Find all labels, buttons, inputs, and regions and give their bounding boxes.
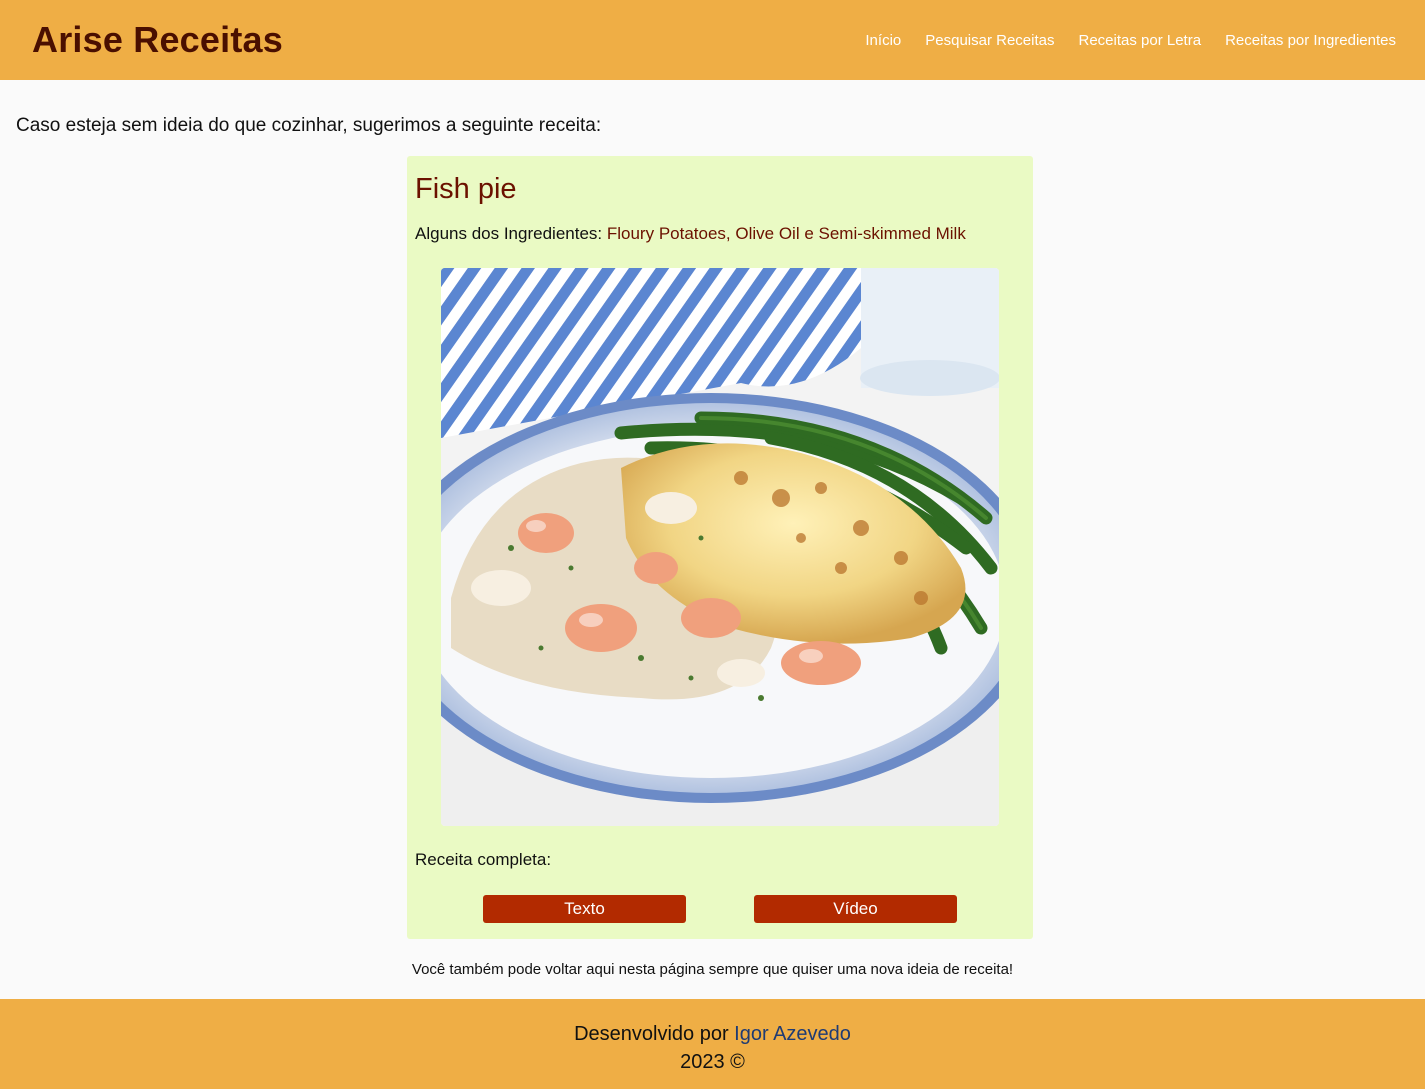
recipe-photo bbox=[441, 268, 999, 826]
full-recipe-label: Receita completa: bbox=[415, 850, 552, 869]
main-nav: Início Pesquisar Receitas Receitas por L… bbox=[865, 32, 1396, 49]
site-header: Arise Receitas Início Pesquisar Receitas… bbox=[0, 0, 1425, 80]
video-recipe-button[interactable]: Vídeo bbox=[754, 895, 957, 923]
text-recipe-button[interactable]: Texto bbox=[483, 895, 686, 923]
recipe-card: Fish pie Alguns dos Ingredientes: Floury… bbox=[407, 156, 1033, 939]
ingredients-list: Floury Potatoes, Olive Oil e Semi-skimme… bbox=[606, 224, 966, 243]
return-hint: Você também pode voltar aqui nesta págin… bbox=[411, 961, 1014, 978]
ingredients-label: Alguns dos Ingredientes: bbox=[415, 224, 603, 243]
intro-text: Caso esteja sem ideia do que cozinhar, s… bbox=[16, 115, 602, 136]
nav-pesquisar-receitas[interactable]: Pesquisar Receitas bbox=[925, 32, 1054, 49]
footer-developed-by: Desenvolvido por bbox=[574, 1023, 729, 1045]
recipe-title: Fish pie bbox=[415, 173, 517, 205]
nav-receitas-por-ingredientes[interactable]: Receitas por Ingredientes bbox=[1225, 32, 1396, 49]
nav-inicio[interactable]: Início bbox=[865, 32, 901, 49]
footer-credit: Desenvolvido por Igor Azevedo bbox=[0, 1020, 1425, 1048]
site-footer: Desenvolvido por Igor Azevedo 2023 © bbox=[0, 999, 1425, 1089]
nav-receitas-por-letra[interactable]: Receitas por Letra bbox=[1078, 32, 1201, 49]
ingredients-line: Alguns dos Ingredientes: Floury Potatoes… bbox=[415, 224, 966, 244]
footer-year: 2023 © bbox=[680, 1051, 745, 1073]
footer-author-link[interactable]: Igor Azevedo bbox=[734, 1023, 851, 1045]
site-logo[interactable]: Arise Receitas bbox=[32, 19, 283, 61]
